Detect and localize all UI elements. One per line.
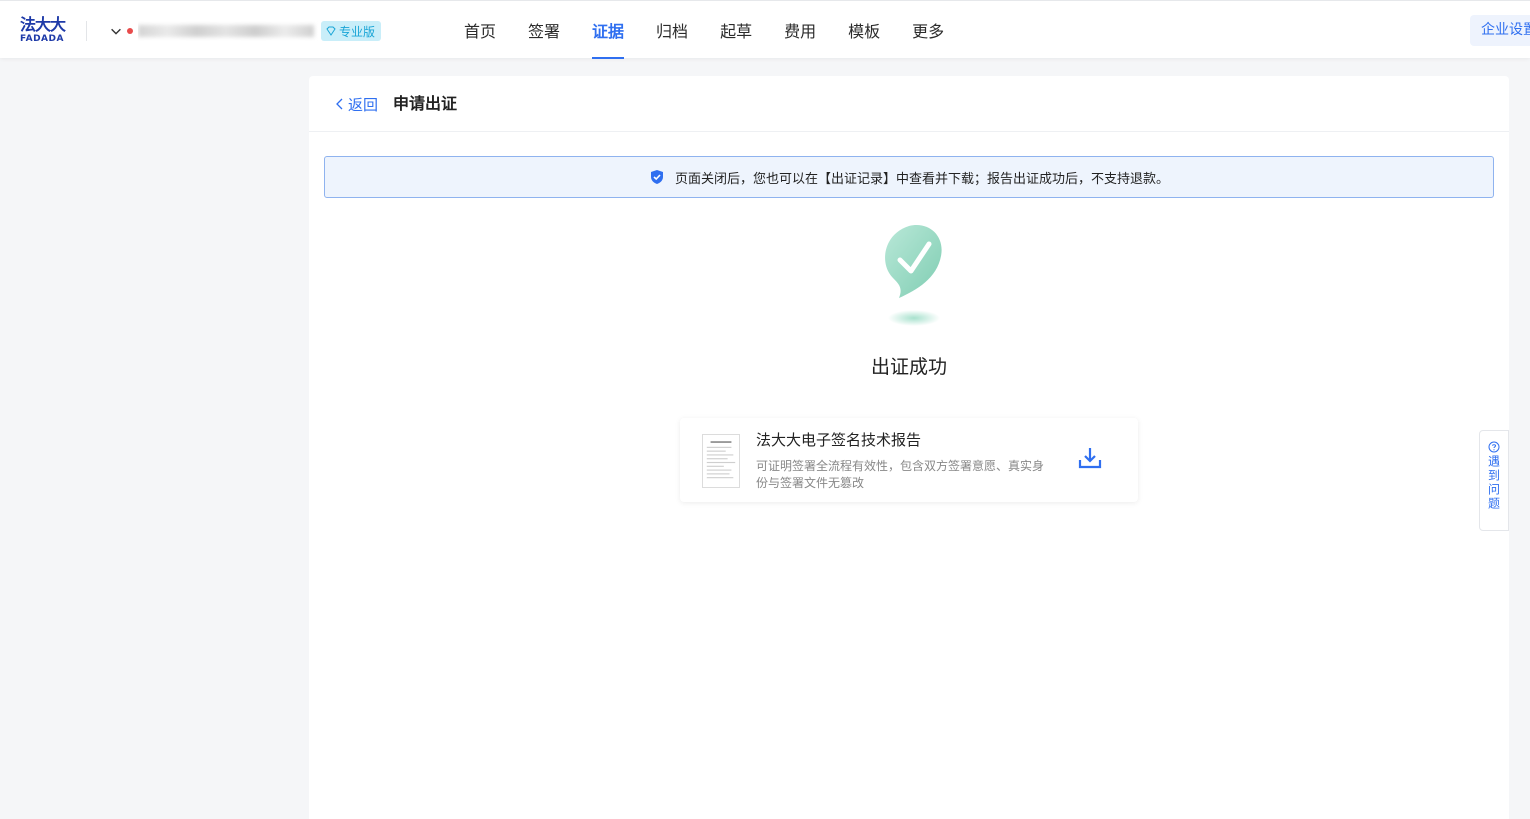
nav-evidence[interactable]: 证据 <box>592 1 625 59</box>
nav-more[interactable]: 更多 <box>912 1 944 59</box>
nav-template[interactable]: 模板 <box>848 1 880 59</box>
logo-text-en: FADADA <box>20 34 64 44</box>
notice-banner: 页面关闭后，您也可以在【出证记录】中查看并下载；报告出证成功后，不支持退款。 <box>324 156 1494 198</box>
question-circle-icon <box>1488 441 1500 453</box>
enterprise-settings-button[interactable]: 企业设置 <box>1470 15 1530 46</box>
header-divider <box>86 21 87 41</box>
logo-text-cn: 法大大 <box>20 15 66 34</box>
top-navigation-bar: 法大大 FADADA 专业版 首页 签署 证据 归档 起草 费用 模板 更多 企… <box>0 0 1530 59</box>
nav-draft[interactable]: 起草 <box>720 1 752 59</box>
company-switch-button[interactable] <box>104 20 128 42</box>
chevron-down-icon <box>111 28 121 35</box>
fadada-logo[interactable]: 法大大 FADADA <box>20 17 72 45</box>
page-title: 申请出证 <box>393 94 458 113</box>
report-name: 法大大电子签名技术报告 <box>756 431 922 449</box>
shield-check-icon <box>650 170 663 184</box>
main-nav: 首页 签署 证据 归档 起草 费用 模板 更多 <box>464 1 976 59</box>
report-document-thumbnail <box>702 434 740 488</box>
nav-archive[interactable]: 归档 <box>656 1 688 59</box>
chevron-left-icon <box>336 98 343 110</box>
diamond-icon <box>326 26 336 36</box>
nav-home[interactable]: 首页 <box>464 1 496 59</box>
notice-text: 页面关闭后，您也可以在【出证记录】中查看并下载；报告出证成功后，不支持退款。 <box>674 171 1169 187</box>
help-label: 遇到问题 <box>1486 455 1501 511</box>
company-name-redacted[interactable] <box>138 21 318 41</box>
edition-badge-label: 专业版 <box>339 24 376 39</box>
card-header: 返回 申请出证 <box>309 76 1509 132</box>
help-side-tab[interactable]: 遇到问题 <box>1479 430 1509 531</box>
edition-badge: 专业版 <box>321 21 382 41</box>
company-status-dot <box>127 28 133 34</box>
main-card: 返回 申请出证 页面关闭后，您也可以在【出证记录】中查看并下载；报告出证成功后，… <box>309 76 1509 819</box>
report-card: 法大大电子签名技术报告 可证明签署全流程有效性，包含双方签署意愿、真实身份与签署… <box>680 418 1138 502</box>
nav-sign[interactable]: 签署 <box>528 1 560 59</box>
nav-cost[interactable]: 费用 <box>784 1 816 59</box>
success-title: 出证成功 <box>870 356 947 378</box>
back-label: 返回 <box>348 95 379 114</box>
report-description: 可证明签署全流程有效性，包含双方签署意愿、真实身份与签署文件无篡改 <box>756 459 1045 490</box>
download-icon[interactable] <box>1076 444 1104 472</box>
success-check-icon <box>885 225 942 326</box>
back-button[interactable]: 返回 <box>334 93 378 115</box>
